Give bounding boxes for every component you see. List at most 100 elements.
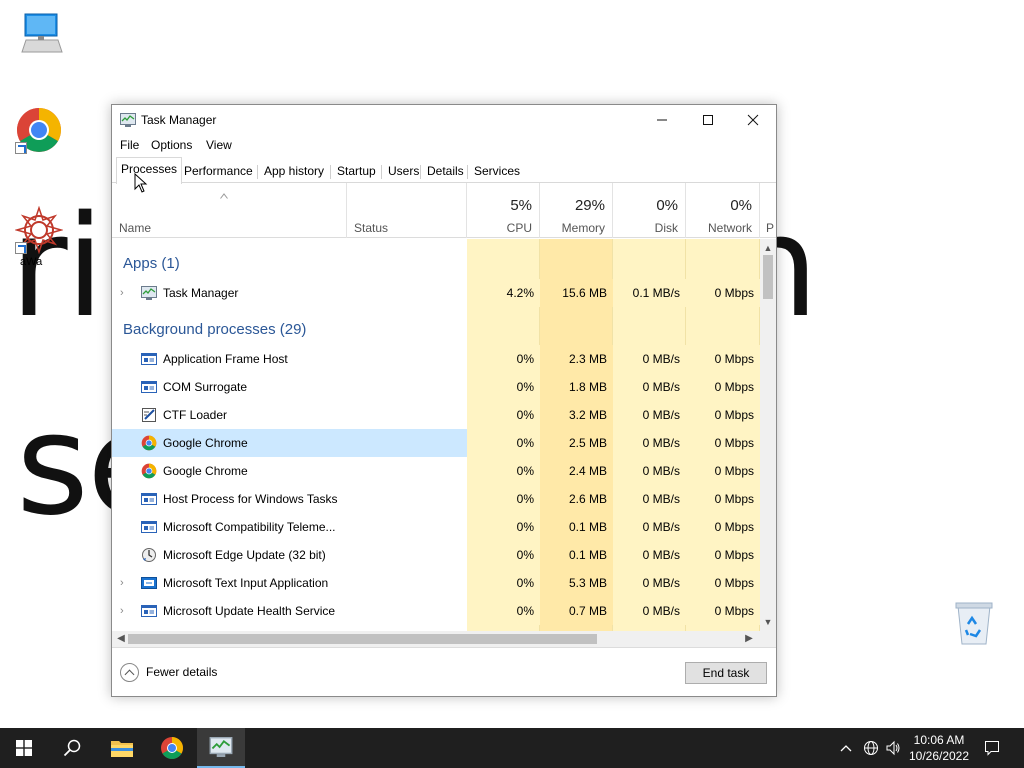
process-disk-value: 0.1 MB/s <box>613 279 686 307</box>
menu-file[interactable]: File <box>120 138 139 152</box>
window-title: Task Manager <box>141 113 217 127</box>
file-explorer-taskbar-button[interactable] <box>98 728 146 768</box>
chrome-taskbar-button[interactable] <box>148 728 196 768</box>
process-disk-value: 0 MB/s <box>613 345 686 373</box>
process-cpu-value: 0% <box>467 597 540 625</box>
close-button[interactable] <box>730 105 776 135</box>
title-bar[interactable]: Task Manager <box>112 105 776 135</box>
scroll-left-icon[interactable]: ◀ <box>114 631 128 647</box>
tab-startup[interactable]: Startup <box>332 161 381 183</box>
process-name: Google Chrome <box>163 436 248 450</box>
group-header-background: Background processes (29) <box>123 321 307 338</box>
process-name: Task Manager <box>163 286 239 300</box>
expand-chevron-icon[interactable]: › <box>120 287 128 299</box>
column-memory-header[interactable]: 29% Memory <box>540 183 613 238</box>
notification-icon <box>985 741 999 756</box>
process-row[interactable]: Google Chrome 0% 2.5 MB 0 MB/s 0 Mbps <box>112 429 760 457</box>
minimize-icon <box>657 119 667 121</box>
maximize-button[interactable] <box>685 105 731 135</box>
chevron-up-icon <box>840 745 852 752</box>
process-row[interactable]: › Microsoft Text Input Application 0% 5.3 M… <box>112 569 760 597</box>
clock-date: 10/26/2022 <box>908 749 970 763</box>
expand-chevron-icon[interactable]: › <box>120 605 128 617</box>
task-manager-icon <box>141 285 157 301</box>
tab-separator <box>257 165 258 179</box>
group-header-apps: Apps (1) <box>123 255 180 272</box>
column-name-label: Name <box>119 221 152 235</box>
chevron-up-icon <box>120 663 139 682</box>
process-network-value: 0 Mbps <box>686 597 760 625</box>
tab-processes[interactable]: Processes <box>116 157 183 184</box>
start-button[interactable] <box>0 728 48 768</box>
process-disk-value: 0 MB/s <box>613 569 686 597</box>
tab-separator <box>381 165 382 179</box>
column-power-header[interactable]: P <box>760 183 776 238</box>
search-icon <box>63 739 81 757</box>
tab-separator <box>467 165 468 179</box>
clock[interactable]: 10:06 AM 10/26/2022 <box>900 732 978 764</box>
column-disk-header[interactable]: 0% Disk <box>613 183 686 238</box>
column-network-header[interactable]: 0% Network <box>686 183 760 238</box>
folder-icon <box>111 741 133 757</box>
column-name-header[interactable]: Name <box>112 183 347 238</box>
scroll-up-icon[interactable]: ▲ <box>760 241 776 255</box>
process-memory-value: 1.8 MB <box>540 373 613 401</box>
process-network-value: 0 Mbps <box>686 569 760 597</box>
action-center-button[interactable] <box>978 728 1006 768</box>
chrome-icon <box>141 463 157 479</box>
tab-users[interactable]: Users <box>383 161 424 183</box>
process-row[interactable]: Microsoft Edge Update (32 bit) 0% 0.1 MB 0 … <box>112 541 760 569</box>
chrome-shortcut-icon[interactable] <box>15 106 63 154</box>
edge-update-icon <box>141 547 157 563</box>
scroll-right-icon[interactable]: ▶ <box>742 631 756 647</box>
column-cpu-header[interactable]: 5% CPU <box>467 183 540 238</box>
process-name: COM Surrogate <box>163 380 248 394</box>
end-task-button[interactable]: End task <box>685 662 767 684</box>
process-row[interactable]: › Microsoft Update Health Service 0% 0.7 MB… <box>112 597 760 625</box>
process-network-value: 0 Mbps <box>686 429 760 457</box>
tab-services[interactable]: Services <box>469 161 525 183</box>
expand-chevron-icon[interactable]: › <box>120 577 128 589</box>
process-row[interactable]: Host Process for Windows Tasks 0% 2.6 MB 0 … <box>112 485 760 513</box>
tab-details[interactable]: Details <box>422 161 469 183</box>
process-row[interactable]: Microsoft Compatibility Teleme... 0% 0.1 M… <box>112 513 760 541</box>
network-tray-button[interactable] <box>860 728 882 768</box>
column-cpu-label: CPU <box>506 221 532 235</box>
column-status-header[interactable]: Status <box>347 183 467 238</box>
process-network-value: 0 Mbps <box>686 401 760 429</box>
process-row[interactable]: CTF Loader 0% 3.2 MB 0 MB/s 0 Mbps <box>112 401 760 429</box>
process-memory-value: 2.6 MB <box>540 485 613 513</box>
menu-options[interactable]: Options <box>151 138 192 152</box>
vertical-scrollbar[interactable]: ▲ ▼ <box>760 239 776 631</box>
search-button[interactable] <box>48 728 96 768</box>
process-list: Apps (1) › Task Manager 4.2% 15.6 MB 0.1 MB/… <box>112 239 760 631</box>
chrome-icon <box>141 435 157 451</box>
minimize-button[interactable] <box>639 105 685 135</box>
horizontal-scrollbar[interactable]: ◀ ▶ <box>112 631 760 647</box>
task-manager-taskbar-button[interactable] <box>197 728 245 768</box>
window-app-icon <box>141 603 157 619</box>
process-name: CTF Loader <box>163 408 228 422</box>
recycle-bin-icon[interactable] <box>952 600 1000 648</box>
vertical-scroll-thumb[interactable] <box>763 255 773 299</box>
process-row[interactable]: › Task Manager 4.2% 15.6 MB 0.1 MB/s 0 Mbps <box>112 279 760 307</box>
show-hidden-icons-button[interactable] <box>837 728 855 768</box>
process-row[interactable]: Application Frame Host 0% 2.3 MB 0 MB/s 0 Mb… <box>112 345 760 373</box>
column-status-label: Status <box>354 221 389 235</box>
this-pc-icon[interactable] <box>16 10 64 58</box>
process-row[interactable]: Google Chrome 0% 2.4 MB 0 MB/s 0 Mbps <box>112 457 760 485</box>
shortcut-arrow-icon <box>15 142 27 154</box>
tab-app-history[interactable]: App history <box>259 161 329 183</box>
process-memory-value: 2.4 MB <box>540 457 613 485</box>
network-total-percent: 0% <box>730 197 752 214</box>
mandala-shortcut-icon[interactable] <box>14 205 64 255</box>
scroll-down-icon[interactable]: ▼ <box>760 615 776 629</box>
task-manager-icon <box>209 737 233 757</box>
menu-view[interactable]: View <box>206 138 232 152</box>
horizontal-scroll-thumb[interactable] <box>128 634 597 644</box>
tab-performance[interactable]: Performance <box>179 161 258 183</box>
process-row[interactable]: COM Surrogate 0% 1.8 MB 0 MB/s 0 Mbps <box>112 373 760 401</box>
process-cpu-value: 0% <box>467 569 540 597</box>
process-name: Microsoft Update Health Service <box>163 604 336 618</box>
column-header-row: Name Status 5% CPU 29% Memory 0% Disk 0%… <box>112 183 776 238</box>
